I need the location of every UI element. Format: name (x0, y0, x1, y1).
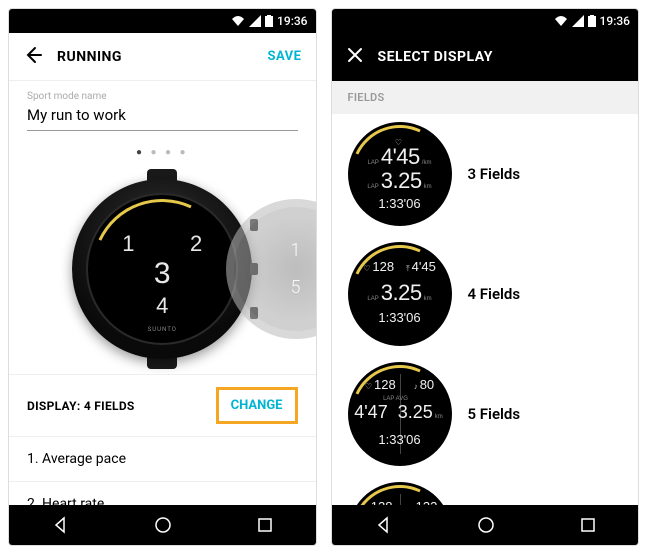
field-row-2[interactable]: 2. Heart rate (9, 482, 316, 505)
battery-icon (588, 15, 596, 27)
section-fields: FIELDS (332, 81, 639, 114)
option-label: 3 Fields (468, 165, 521, 183)
status-bar: 19:36 (332, 9, 639, 33)
phone-left: 19:36 RUNNING SAVE Sport mode name My ru… (8, 8, 317, 546)
display-option-3-fields[interactable]: ♡ LAP4'45/km LAP3.25km 1:33'06 3 Fields (332, 114, 639, 234)
wifi-icon (554, 15, 568, 27)
content: FIELDS ♡ LAP4'45/km LAP3.25km 1:33'06 3 … (332, 81, 639, 505)
status-bar: 19:36 (9, 9, 316, 33)
content: Sport mode name My run to work ● ● ● ● 1… (9, 81, 316, 505)
signal-icon (572, 15, 584, 27)
display-option-5-fields[interactable]: ♡128 ♪80 LAP AVG 4'47 3.25km 1:33'06 5 F… (332, 354, 639, 474)
back-icon[interactable] (23, 45, 43, 69)
nav-back-icon[interactable] (50, 515, 70, 535)
nav-recent-icon[interactable] (579, 516, 597, 534)
header-title: SELECT DISPLAY (378, 49, 625, 65)
option-label: 4 Fields (468, 285, 521, 303)
watch-carousel[interactable]: 1 2 3 4 SUUNTO 1 5 (9, 164, 316, 374)
battery-icon (265, 15, 273, 27)
save-button[interactable]: SAVE (267, 49, 301, 64)
status-time: 19:36 (277, 14, 307, 28)
signal-icon (249, 15, 261, 27)
android-navbar (9, 505, 316, 545)
nav-back-icon[interactable] (373, 515, 393, 535)
change-button[interactable]: CHANGE (216, 387, 298, 424)
watchface-5: ♡128 ♪80 LAP AVG 4'47 3.25km 1:33'06 (348, 362, 452, 466)
display-type-label: DISPLAY: 4 FIELDS (27, 399, 135, 413)
sport-mode-name-label: Sport mode name (27, 91, 298, 102)
field-row-1[interactable]: 1. Average pace (9, 437, 316, 482)
header-title: RUNNING (57, 49, 253, 65)
watchface-3: ♡ LAP4'45/km LAP3.25km 1:33'06 (348, 122, 452, 226)
sport-mode-name-input[interactable]: My run to work (27, 102, 298, 131)
android-navbar (332, 505, 639, 545)
watchface-4: ♡128 ⤒4'45 LAP3.25km 1:33'06 (348, 242, 452, 346)
nav-home-icon[interactable] (476, 515, 496, 535)
display-option-partial[interactable]: ♡128 ♡132 (332, 474, 639, 505)
display-option-4-fields[interactable]: ♡128 ⤒4'45 LAP3.25km 1:33'06 4 Fields (332, 234, 639, 354)
nav-recent-icon[interactable] (256, 516, 274, 534)
page-dots: ● ● ● ● (9, 137, 316, 164)
wifi-icon (231, 15, 245, 27)
option-label: 5 Fields (468, 405, 521, 423)
header: SELECT DISPLAY (332, 33, 639, 81)
header: RUNNING SAVE (9, 33, 316, 81)
watchface-partial: ♡128 ♡132 (348, 482, 452, 505)
nav-home-icon[interactable] (153, 515, 173, 535)
phone-right: 19:36 SELECT DISPLAY FIELDS ♡ LAP4'45/km… (331, 8, 640, 546)
close-icon[interactable] (346, 46, 364, 68)
status-time: 19:36 (600, 14, 630, 28)
